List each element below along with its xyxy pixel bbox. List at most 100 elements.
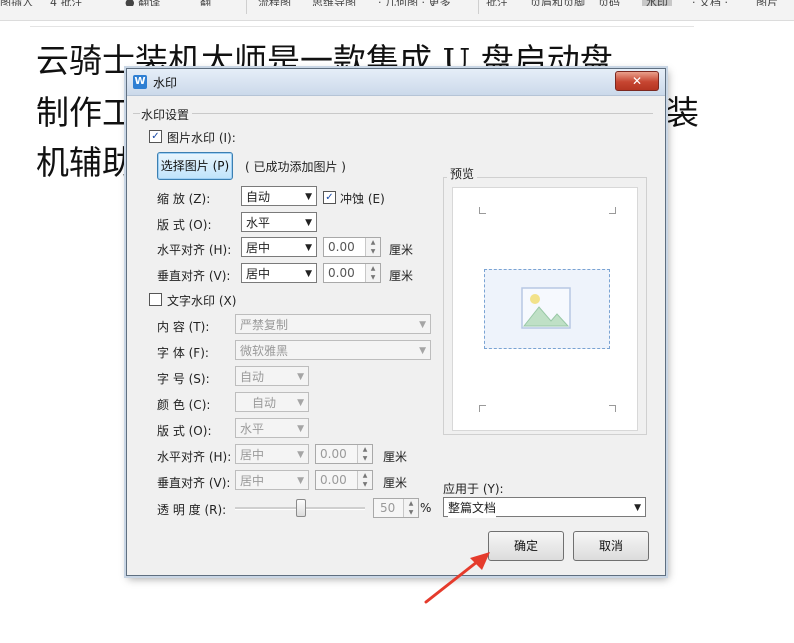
close-button[interactable]: ✕ — [615, 71, 659, 91]
toolbar-geometry[interactable]: · 几何图 · 更多 — [378, 0, 450, 6]
text-watermark-checkbox[interactable] — [149, 293, 162, 306]
valign-offset-value: 0.00 — [328, 266, 355, 280]
text-watermark-label: 文字水印 (X) — [167, 294, 237, 308]
group-title: 水印设置 — [140, 106, 193, 123]
chevron-down-icon: ▼ — [305, 218, 312, 228]
toolbar-fan[interactable]: 翻 — [200, 0, 211, 6]
page-top-edge — [30, 26, 694, 31]
color-value: 自动 — [252, 396, 277, 410]
image-watermark-checkbox[interactable]: ✓ — [149, 130, 162, 143]
chevron-down-icon: ▼ — [297, 424, 304, 434]
halign-value: 居中 — [246, 241, 271, 255]
font-value: 微软雅黑 — [240, 344, 289, 358]
valign-dropdown[interactable]: 居中 ▼ — [241, 263, 317, 283]
preview-label: 预览 — [447, 165, 478, 182]
text-valign-label: 垂直对齐 (V): — [157, 476, 231, 490]
chevron-down-icon: ▼ — [419, 346, 426, 356]
chevron-down-icon: ▼ — [419, 320, 426, 330]
close-icon: ✕ — [631, 74, 643, 88]
text-halign-offset-spinner[interactable]: 0.00 ▲ ▼ — [315, 444, 373, 464]
toolbar-divider — [246, 0, 247, 14]
spin-down-icon[interactable]: ▼ — [357, 454, 372, 463]
spin-down-icon[interactable]: ▼ — [357, 480, 372, 489]
text-layout-value: 水平 — [240, 422, 265, 436]
dialog-titlebar[interactable]: W 水印 ✕ — [127, 69, 665, 96]
spin-down-icon[interactable]: ▼ — [365, 273, 380, 282]
toolbar-flowchart[interactable]: 流程图 — [258, 0, 291, 6]
transparency-slider-thumb[interactable] — [296, 499, 306, 517]
watermark-dialog: W 水印 ✕ 水印设置 ✓ 图片水印 (I): 选择图片 (P) ( 已成功添加… — [126, 68, 666, 576]
dialog-title: 水印 — [153, 76, 178, 90]
toolbar-comment[interactable]: 4 批注 — [50, 0, 83, 6]
size-label: 字 号 (S): — [157, 372, 210, 386]
scale-value: 自动 — [246, 190, 271, 204]
apply-to-label: 应用于 (Y): — [443, 482, 504, 496]
margin-corner-mark — [609, 207, 616, 214]
size-combobox[interactable]: 自动 ▼ — [235, 366, 309, 386]
chevron-down-icon: ▼ — [297, 476, 304, 486]
spin-up-icon[interactable]: ▲ — [403, 499, 418, 508]
color-label: 颜 色 (C): — [157, 398, 211, 412]
halign-dropdown[interactable]: 居中 ▼ — [241, 237, 317, 257]
text-halign-offset-value: 0.00 — [320, 447, 347, 461]
transparency-unit: % — [420, 501, 432, 515]
text-layout-combobox[interactable]: 水平 ▼ — [235, 418, 309, 438]
text-valign-combobox[interactable]: 居中 ▼ — [235, 470, 309, 490]
valign-unit: 厘米 — [389, 269, 414, 283]
apply-to-value: 整篇文档 — [448, 498, 497, 518]
spin-up-icon[interactable]: ▲ — [365, 238, 380, 247]
chevron-down-icon: ▼ — [305, 192, 312, 202]
text-valign-offset-value: 0.00 — [320, 473, 347, 487]
chevron-down-icon: ▼ — [634, 503, 641, 513]
layout-label: 版 式 (O): — [157, 218, 212, 232]
layout-dropdown[interactable]: 水平 ▼ — [241, 212, 317, 232]
transparency-label: 透 明 度 (R): — [157, 503, 227, 517]
doc-text-line-3: 机辅助 — [36, 143, 135, 182]
text-halign-combobox[interactable]: 居中 ▼ — [235, 444, 309, 464]
spin-up-icon[interactable]: ▲ — [357, 445, 372, 454]
scale-label: 缩 放 (Z): — [157, 192, 211, 206]
toolbar-header-footer[interactable]: 页眉和页脚 — [530, 0, 585, 6]
spin-up-icon[interactable]: ▲ — [365, 264, 380, 273]
text-valign-value: 居中 — [240, 474, 265, 488]
toolbar-watermark[interactable]: 水印 — [642, 0, 672, 6]
toolbar-annotate[interactable]: 批注 — [486, 0, 508, 6]
scale-dropdown[interactable]: 自动 ▼ — [241, 186, 317, 206]
color-combobox[interactable]: 自动 ▼ — [235, 392, 309, 412]
spin-down-icon[interactable]: ▼ — [403, 508, 418, 517]
content-value: 严禁复制 — [240, 318, 289, 332]
spin-up-icon[interactable]: ▲ — [357, 471, 372, 480]
content-label: 内 容 (T): — [157, 320, 210, 334]
toolbar-mindmap[interactable]: 思维导图 — [312, 0, 356, 6]
chevron-down-icon: ▼ — [297, 398, 304, 408]
text-halign-value: 居中 — [240, 448, 265, 462]
halign-offset-spinner[interactable]: 0.00 ▲ ▼ — [323, 237, 381, 257]
text-valign-offset-spinner[interactable]: 0.00 ▲ ▼ — [315, 470, 373, 490]
doc-text-line-2: 制作工 — [36, 93, 135, 132]
spin-down-icon[interactable]: ▼ — [365, 247, 380, 256]
cancel-button[interactable]: 取消 — [573, 531, 649, 561]
toolbar-page-number[interactable]: 页码 — [598, 0, 620, 6]
chevron-down-icon: ▼ — [297, 372, 304, 382]
text-halign-label: 水平对齐 (H): — [157, 450, 232, 464]
margin-corner-mark — [609, 405, 616, 412]
check-mark-icon: ✓ — [151, 131, 160, 142]
valign-offset-spinner[interactable]: 0.00 ▲ ▼ — [323, 263, 381, 283]
wps-writer-icon: W — [133, 75, 147, 89]
halign-unit: 厘米 — [389, 243, 414, 257]
toolbar-translate[interactable]: ● 翻译 — [125, 0, 160, 6]
font-combobox[interactable]: 微软雅黑 ▼ — [235, 340, 431, 360]
transparency-spinner[interactable]: 50 ▲ ▼ — [373, 498, 419, 518]
apply-to-dropdown[interactable]: 整篇文档 ▼ — [443, 497, 646, 518]
chevron-down-icon: ▼ — [297, 450, 304, 460]
toolbar-doc[interactable]: · 文档 · — [692, 0, 728, 6]
font-label: 字 体 (F): — [157, 346, 209, 360]
toolbar-insert[interactable]: 图插入 — [0, 0, 33, 6]
toolbar-picture[interactable]: 图片 — [756, 0, 778, 6]
toolbar-divider — [478, 0, 479, 14]
washout-checkbox[interactable]: ✓ — [323, 191, 336, 204]
image-placeholder-icon — [521, 287, 571, 329]
content-combobox[interactable]: 严禁复制 ▼ — [235, 314, 431, 334]
margin-corner-mark — [479, 207, 486, 214]
select-image-button[interactable]: 选择图片 (P) — [157, 152, 233, 180]
